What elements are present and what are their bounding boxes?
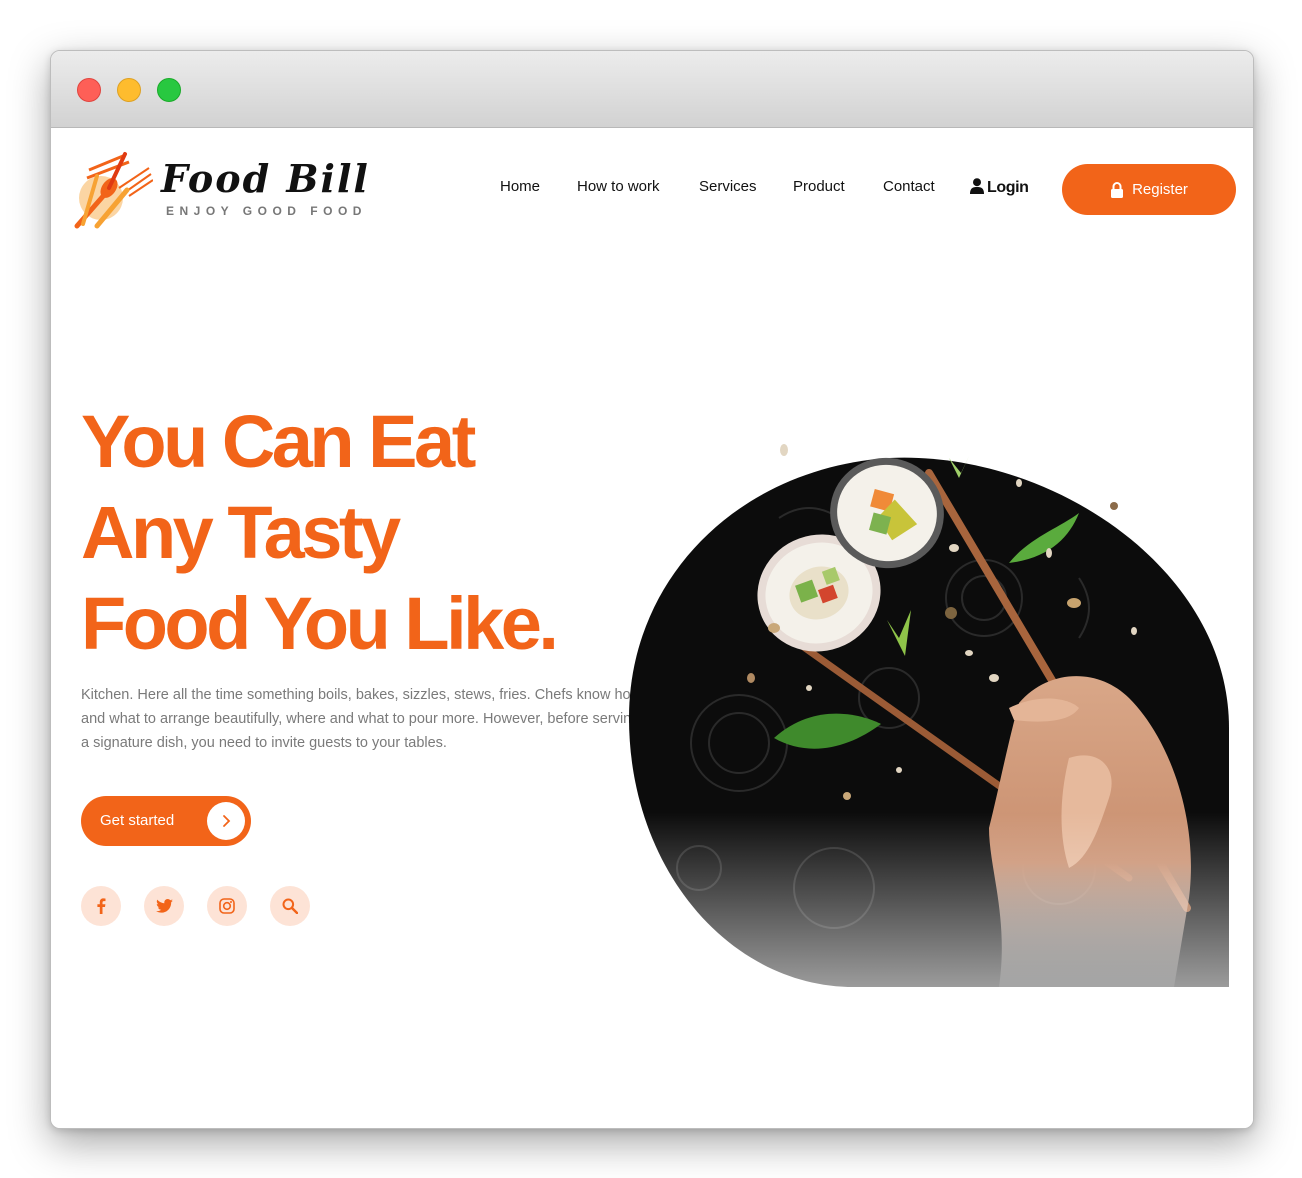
register-button[interactable]: Register — [1062, 164, 1236, 215]
nav-item-contact[interactable]: Contact — [883, 178, 935, 195]
facebook-button[interactable] — [81, 886, 121, 926]
close-window-button[interactable] — [77, 78, 101, 102]
hero-title-line: You Can Eat — [81, 400, 476, 483]
page-content: Food Bill ENJOY GOOD FOOD Home How to wo… — [51, 128, 1253, 1128]
login-label: Login — [987, 179, 1029, 196]
nav-item-how-to-work[interactable]: How to work — [577, 178, 660, 195]
maximize-window-button[interactable] — [157, 78, 181, 102]
hero-image — [629, 398, 1229, 990]
twitter-icon — [155, 899, 173, 913]
hero-title-line: Any Tasty — [81, 491, 401, 574]
register-label: Register — [1132, 181, 1188, 198]
logo-title: Food Bill — [161, 156, 370, 201]
search-button[interactable] — [270, 886, 310, 926]
lock-icon — [1111, 181, 1124, 198]
instagram-icon — [219, 898, 235, 914]
window-titlebar — [51, 51, 1253, 128]
chevron-right-icon — [207, 802, 245, 840]
login-link[interactable]: Login — [970, 178, 1029, 197]
user-icon — [970, 178, 984, 194]
utensils-logo-icon — [74, 152, 153, 229]
instagram-button[interactable] — [207, 886, 247, 926]
get-started-label: Get started — [100, 812, 175, 829]
minimize-window-button[interactable] — [117, 78, 141, 102]
hero-title-line: Food You Like. — [81, 582, 559, 665]
nav-item-home[interactable]: Home — [500, 178, 540, 195]
hero-title: You Can Eat Any Tasty Food You Like. — [81, 396, 641, 669]
logo[interactable]: Food Bill ENJOY GOOD FOOD — [69, 148, 368, 230]
logo-tagline: ENJOY GOOD FOOD — [166, 204, 367, 218]
facebook-icon — [97, 898, 106, 914]
twitter-button[interactable] — [144, 886, 184, 926]
search-icon — [282, 898, 298, 914]
nav-item-services[interactable]: Services — [699, 178, 757, 195]
nav-item-product[interactable]: Product — [793, 178, 845, 195]
hero-description: Kitchen. Here all the time something boi… — [81, 687, 642, 751]
get-started-button[interactable]: Get started — [81, 796, 251, 846]
browser-window: Food Bill ENJOY GOOD FOOD Home How to wo… — [50, 50, 1254, 1129]
